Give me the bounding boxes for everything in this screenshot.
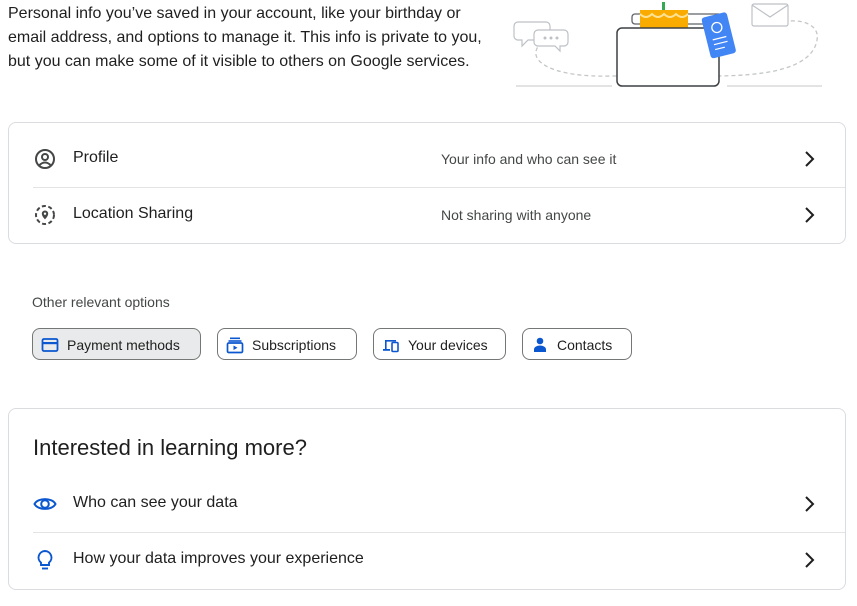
profile-label: Profile [73, 149, 119, 166]
chevron-right-icon [805, 552, 815, 568]
envelope-icon [751, 3, 789, 27]
who-can-see-label: Who can see your data [73, 494, 238, 511]
chevron-right-icon [805, 496, 815, 512]
cake-folder-icon [616, 2, 723, 87]
personal-info-card: Profile Your info and who can see it Loc… [8, 122, 846, 244]
credit-card-icon [41, 338, 59, 352]
account-circle-icon [35, 149, 55, 169]
payment-methods-label: Payment methods [67, 337, 180, 353]
personal-info-illustration [513, 2, 822, 87]
devices-icon [383, 340, 399, 353]
location-sharing-label: Location Sharing [73, 205, 194, 222]
eye-icon [33, 498, 57, 510]
intro-text: Personal info you’ve saved in your accou… [8, 5, 482, 70]
your-devices-label: Your devices [408, 337, 488, 353]
location-sharing-description: Not sharing with anyone [441, 207, 592, 223]
subscriptions-icon [226, 337, 244, 354]
subscriptions-label: Subscriptions [252, 337, 337, 353]
location-sharing-row[interactable]: Location Sharing Not sharing with anyone [9, 187, 845, 243]
chevron-right-icon [805, 151, 815, 167]
contacts-label: Contacts [557, 337, 613, 353]
person-icon [534, 337, 546, 352]
lightbulb-icon [37, 550, 53, 570]
data-improves-label: How your data improves your experience [73, 550, 364, 567]
profile-row[interactable]: Profile Your info and who can see it [9, 131, 845, 187]
chat-bubble-icon [513, 21, 569, 53]
contacts-chip[interactable]: Contacts [522, 328, 632, 360]
payment-methods-chip[interactable]: Payment methods [32, 328, 201, 360]
learn-more-card: Interested in learning more? Who can see… [8, 408, 846, 590]
your-devices-chip[interactable]: Your devices [373, 328, 506, 360]
location-sharing-icon [35, 205, 55, 225]
subscriptions-chip[interactable]: Subscriptions [217, 328, 357, 360]
other-options-heading: Other relevant options [32, 294, 170, 310]
learn-more-title: Interested in learning more? [33, 435, 307, 460]
chevron-right-icon [805, 207, 815, 223]
profile-description: Your info and who can see it [441, 151, 617, 167]
who-can-see-row[interactable]: Who can see your data [9, 476, 845, 532]
data-improves-row[interactable]: How your data improves your experience [9, 532, 845, 588]
